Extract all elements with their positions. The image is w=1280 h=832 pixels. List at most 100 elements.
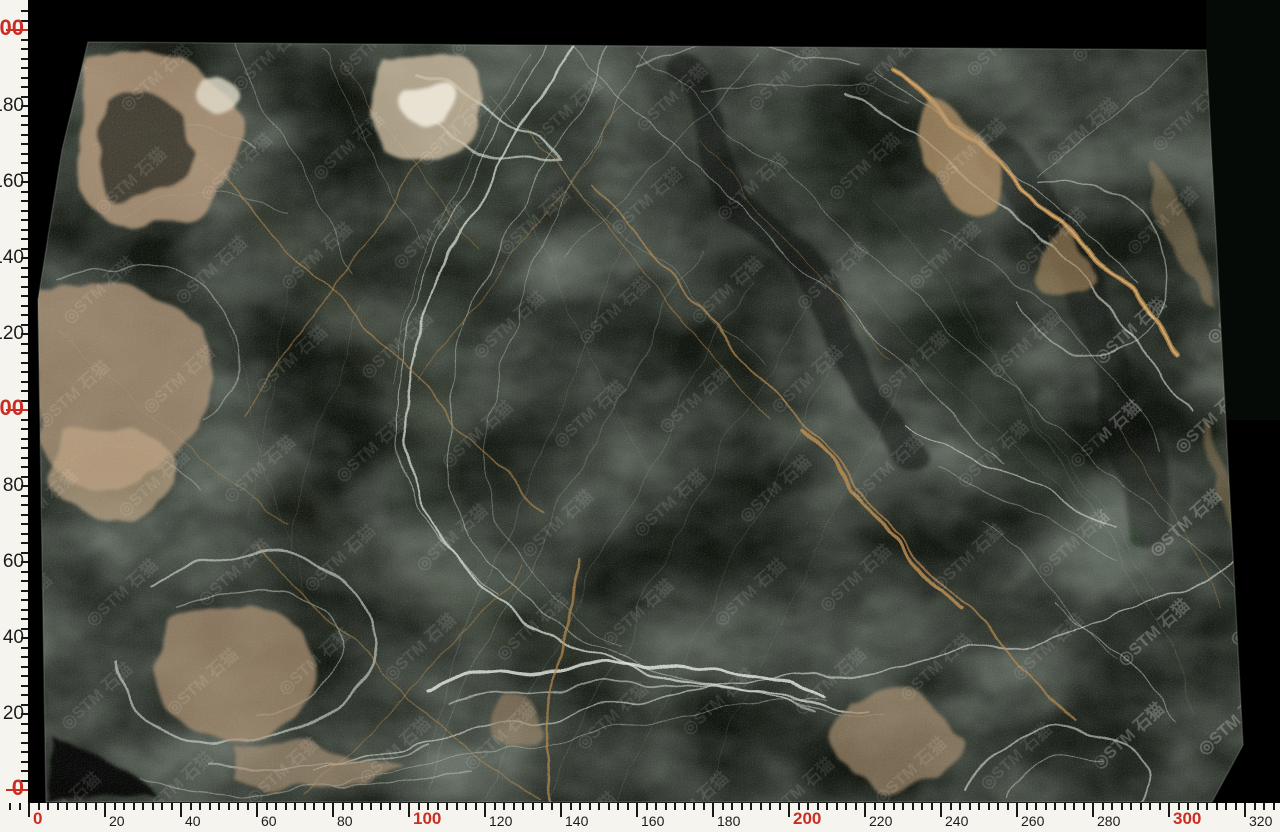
ruler-tick [21,219,28,221]
ruler-tick [665,803,667,810]
ruler-tick [1007,803,1009,810]
ruler-tick [21,590,28,592]
ruler-tick [598,803,600,810]
bottom-ruler: 0204060801001201401601802002202402602803… [0,803,1280,832]
ruler-tick [180,803,182,817]
ruler-tick [21,229,28,231]
ruler-tick [494,803,496,810]
ruler-tick [874,803,876,810]
ruler-label: 60 [0,551,24,573]
ruler-tick [1225,803,1227,810]
ruler-tick [1216,803,1218,810]
ruler-tick [76,803,78,810]
ruler-tick [95,803,97,810]
ruler-tick [294,803,296,810]
ruler-tick [21,761,28,763]
ruler-tick [446,803,448,810]
ruler-label: 320 [1249,812,1272,830]
ruler-tick [617,803,619,810]
ruler-tick [1064,803,1066,810]
ruler-tick [1016,803,1018,817]
ruler-label: 0 [33,810,42,828]
ruler-tick [190,803,192,810]
ruler-tick [21,770,28,772]
ruler-tick [21,609,28,611]
slab-scan-viewport: ◎STM 石猫 ◎STM 石猫 [0,0,1280,832]
ruler-tick [978,803,980,810]
ruler-tick [21,314,28,316]
ruler-tick [1235,803,1237,810]
ruler-label: 180 [717,812,740,830]
ruler-tick [361,803,363,810]
ruler-tick [513,803,515,810]
ruler-tick [21,742,28,744]
ruler-tick [123,803,125,810]
ruler-tick [950,803,952,810]
ruler-label: 20 [0,703,24,725]
ruler-tick [969,803,971,810]
ruler-label: 40 [185,812,201,830]
ruler-tick [21,523,28,525]
ruler-label: 160 [0,171,24,193]
ruler-tick [1102,803,1104,810]
ruler-tick [228,803,230,810]
ruler-tick [380,803,382,810]
ruler-tick [323,803,325,810]
ruler-label: 140 [565,812,588,830]
ruler-tick [1054,803,1056,810]
ruler-tick [21,153,28,155]
ruler-tick [21,200,28,202]
ruler-label: 0 [0,777,24,799]
ruler-tick [1111,803,1113,810]
ruler-tick [21,675,28,677]
ruler-tick [21,666,28,668]
ruler-tick [237,803,239,810]
slab-surface [0,0,1280,832]
ruler-tick [21,599,28,601]
ruler-tick [21,428,28,430]
ruler-label: 60 [261,812,277,830]
ruler-tick [21,732,28,734]
ruler-label: 120 [489,812,512,830]
ruler-tick [883,803,885,810]
ruler-tick [256,803,258,817]
ruler-tick [28,803,30,817]
ruler-tick [21,276,28,278]
ruler-tick [21,352,28,354]
left-ruler: 200180160140120100806040200 [0,0,28,832]
ruler-tick [21,542,28,544]
ruler-tick [21,134,28,136]
ruler-tick [693,803,695,810]
ruler-tick [21,143,28,145]
ruler-tick [845,803,847,810]
ruler-tick [1273,803,1275,810]
ruler-tick [788,803,790,817]
ruler-label: 240 [945,812,968,830]
ruler-tick [209,803,211,810]
ruler-tick [636,803,638,817]
ruler-label: 40 [0,627,24,649]
ruler-label: 20 [109,812,125,830]
ruler-tick [712,803,714,817]
ruler-tick [864,803,866,817]
ruler-tick [921,803,923,810]
ruler-tick [9,803,11,810]
ruler-tick [21,86,28,88]
ruler-label: 140 [0,247,24,269]
ruler-tick [21,694,28,696]
ruler-tick [218,803,220,810]
ruler-label: 80 [337,812,353,830]
ruler-tick [351,803,353,810]
ruler-tick [21,295,28,297]
ruler-tick [1244,803,1246,817]
ruler-tick [503,803,505,810]
ruler-tick [21,656,28,658]
ruler-label: 200 [793,810,821,828]
ruler-tick [997,803,999,810]
ruler-tick [1263,803,1265,810]
ruler-tick [21,67,28,69]
ruler-tick [703,803,705,810]
ruler-tick [627,803,629,810]
ruler-tick [114,803,116,810]
ruler-tick [370,803,372,810]
